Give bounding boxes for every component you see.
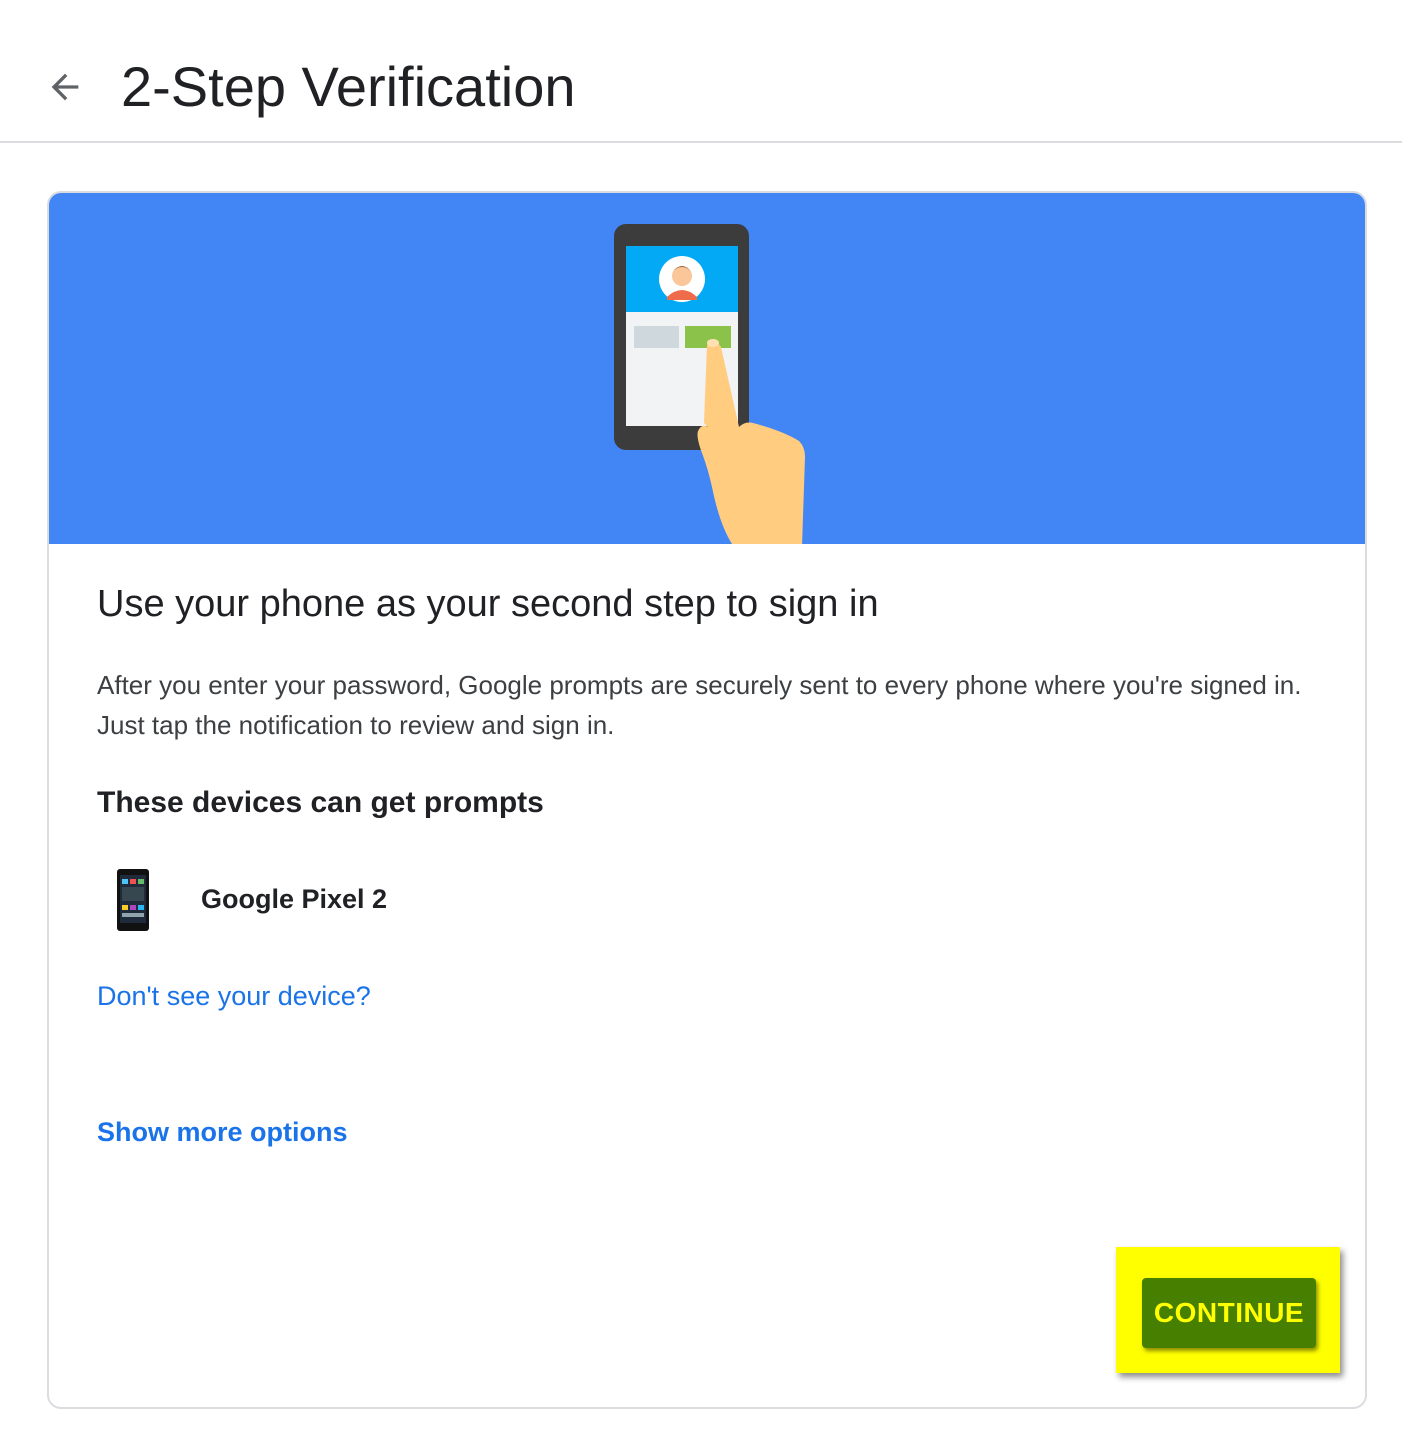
continue-button[interactable]: CONTINUE	[1142, 1278, 1316, 1348]
card-heading: Use your phone as your second step to si…	[97, 583, 879, 625]
setup-card: Use your phone as your second step to si…	[47, 191, 1367, 1409]
page-title: 2-Step Verification	[121, 55, 576, 118]
devices-heading: These devices can get prompts	[97, 786, 544, 819]
phone-tap-prompt-illustration	[614, 224, 805, 544]
dont-see-device-link[interactable]: Don't see your device?	[97, 977, 371, 1015]
continue-highlight: CONTINUE	[1116, 1247, 1340, 1373]
card-description: After you enter your password, Google pr…	[97, 670, 1302, 740]
back-button[interactable]	[36, 58, 94, 116]
show-more-options-link[interactable]: Show more options	[97, 1113, 348, 1151]
hero-banner	[49, 193, 1365, 544]
smartphone-icon	[117, 869, 149, 931]
app-header: 2-Step Verification	[0, 0, 1402, 143]
device-list-item: Google Pixel 2	[97, 863, 697, 935]
device-name: Google Pixel 2	[201, 884, 388, 914]
arrow-back-icon	[51, 73, 79, 101]
